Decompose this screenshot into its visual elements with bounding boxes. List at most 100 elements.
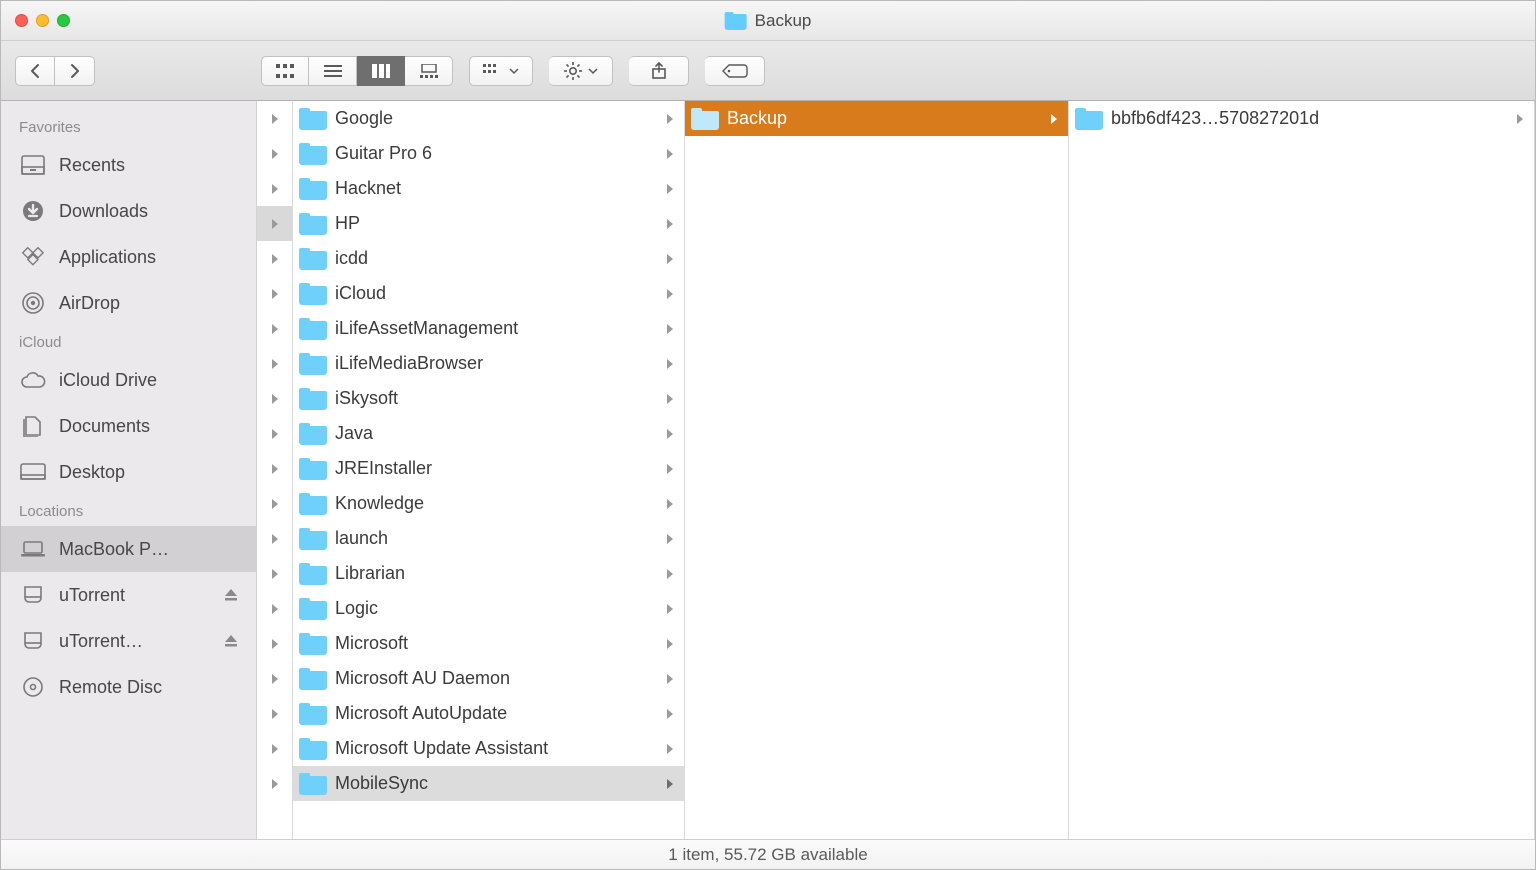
folder-icon xyxy=(299,423,327,445)
column-2[interactable]: Backup xyxy=(685,101,1069,839)
sidebar-item-label: MacBook P… xyxy=(59,539,238,560)
list-item[interactable]: Microsoft xyxy=(293,626,684,661)
action-button[interactable] xyxy=(549,56,613,86)
eject-icon[interactable] xyxy=(224,588,238,602)
column0-arrow[interactable] xyxy=(257,206,292,241)
column0-arrow[interactable] xyxy=(257,731,292,766)
share-button[interactable] xyxy=(629,56,689,86)
list-item[interactable]: iSkysoft xyxy=(293,381,684,416)
gallery-view-button[interactable] xyxy=(405,56,453,86)
item-name: Java xyxy=(335,423,373,444)
sidebar-item-utorrent-[interactable]: uTorrent… xyxy=(1,618,256,664)
list-item[interactable]: iLifeMediaBrowser xyxy=(293,346,684,381)
sidebar-item-documents[interactable]: Documents xyxy=(1,403,256,449)
icon-view-button[interactable] xyxy=(261,56,309,86)
minimize-button[interactable] xyxy=(36,14,49,27)
list-item[interactable]: Google xyxy=(293,101,684,136)
folder-icon xyxy=(299,213,327,235)
list-item[interactable]: Librarian xyxy=(293,556,684,591)
gear-icon xyxy=(564,62,582,80)
column0-arrow[interactable] xyxy=(257,416,292,451)
list-item[interactable]: HP xyxy=(293,206,684,241)
sidebar-item-recents[interactable]: Recents xyxy=(1,142,256,188)
eject-icon[interactable] xyxy=(224,634,238,648)
close-button[interactable] xyxy=(15,14,28,27)
content-body: FavoritesRecentsDownloadsApplicationsAir… xyxy=(1,101,1535,839)
sidebar-item-applications[interactable]: Applications xyxy=(1,234,256,280)
chevron-right-icon xyxy=(666,533,674,545)
column-view-button[interactable] xyxy=(357,56,405,86)
sidebar-item-label: Applications xyxy=(59,247,238,268)
list-item[interactable]: Hacknet xyxy=(293,171,684,206)
sidebar-item-downloads[interactable]: Downloads xyxy=(1,188,256,234)
column0-arrow[interactable] xyxy=(257,696,292,731)
column-0[interactable] xyxy=(257,101,293,839)
sidebar-item-remote-disc[interactable]: Remote Disc xyxy=(1,664,256,710)
item-name: Google xyxy=(335,108,393,129)
list-item[interactable]: bbfb6df423…570827201d xyxy=(1069,101,1534,136)
column0-arrow[interactable] xyxy=(257,171,292,206)
optical-icon xyxy=(19,676,47,698)
titlebar[interactable]: Backup xyxy=(1,1,1535,41)
folder-icon xyxy=(299,633,327,655)
column0-arrow[interactable] xyxy=(257,486,292,521)
recents-icon xyxy=(19,154,47,176)
list-item[interactable]: JREInstaller xyxy=(293,451,684,486)
columns-icon xyxy=(372,64,390,78)
column0-arrow[interactable] xyxy=(257,661,292,696)
column0-arrow[interactable] xyxy=(257,276,292,311)
column0-arrow[interactable] xyxy=(257,521,292,556)
forward-button[interactable] xyxy=(55,56,95,86)
list-item[interactable]: icdd xyxy=(293,241,684,276)
column0-arrow[interactable] xyxy=(257,381,292,416)
column-3[interactable]: bbfb6df423…570827201d xyxy=(1069,101,1535,839)
list-item[interactable]: MobileSync xyxy=(293,766,684,801)
list-item[interactable]: Microsoft AU Daemon xyxy=(293,661,684,696)
sidebar-item-label: Recents xyxy=(59,155,238,176)
sidebar-item-macbook-p-[interactable]: MacBook P… xyxy=(1,526,256,572)
folder-icon xyxy=(299,353,327,375)
list-view-button[interactable] xyxy=(309,56,357,86)
zoom-button[interactable] xyxy=(57,14,70,27)
column0-arrow[interactable] xyxy=(257,451,292,486)
column0-arrow[interactable] xyxy=(257,241,292,276)
column0-arrow[interactable] xyxy=(257,591,292,626)
column0-arrow[interactable] xyxy=(257,101,292,136)
column-1[interactable]: GoogleGuitar Pro 6HacknetHPicddiCloudiLi… xyxy=(293,101,685,839)
item-name: Microsoft AutoUpdate xyxy=(335,703,507,724)
group-by-button[interactable] xyxy=(469,56,533,86)
tags-button[interactable] xyxy=(705,56,765,86)
list-item[interactable]: launch xyxy=(293,521,684,556)
sidebar-item-utorrent[interactable]: uTorrent xyxy=(1,572,256,618)
column0-arrow[interactable] xyxy=(257,136,292,171)
chevron-right-icon xyxy=(666,358,674,370)
column0-arrow[interactable] xyxy=(257,626,292,661)
column0-arrow[interactable] xyxy=(257,766,292,801)
column-browser: GoogleGuitar Pro 6HacknetHPicddiCloudiLi… xyxy=(257,101,1535,839)
column0-arrow[interactable] xyxy=(257,556,292,591)
sidebar-item-icloud-drive[interactable]: iCloud Drive xyxy=(1,357,256,403)
list-item[interactable]: iCloud xyxy=(293,276,684,311)
folder-icon xyxy=(299,318,327,340)
chevron-right-icon xyxy=(666,288,674,300)
sidebar-item-label: iCloud Drive xyxy=(59,370,238,391)
view-mode-group xyxy=(261,56,453,86)
list-item[interactable]: Backup xyxy=(685,101,1068,136)
sidebar-item-desktop[interactable]: Desktop xyxy=(1,449,256,495)
list-item[interactable]: Java xyxy=(293,416,684,451)
grid-icon xyxy=(276,64,294,78)
list-item[interactable]: Guitar Pro 6 xyxy=(293,136,684,171)
list-item[interactable]: Microsoft AutoUpdate xyxy=(293,696,684,731)
list-item[interactable]: Microsoft Update Assistant xyxy=(293,731,684,766)
column0-arrow[interactable] xyxy=(257,346,292,381)
back-button[interactable] xyxy=(15,56,55,86)
chevron-right-icon xyxy=(666,778,674,790)
list-item[interactable]: Logic xyxy=(293,591,684,626)
sidebar-item-airdrop[interactable]: AirDrop xyxy=(1,280,256,326)
list-item[interactable]: Knowledge xyxy=(293,486,684,521)
column0-arrow[interactable] xyxy=(257,311,292,346)
disk-icon xyxy=(19,630,47,652)
sidebar-item-label: Desktop xyxy=(59,462,238,483)
chevron-right-icon xyxy=(666,673,674,685)
list-item[interactable]: iLifeAssetManagement xyxy=(293,311,684,346)
